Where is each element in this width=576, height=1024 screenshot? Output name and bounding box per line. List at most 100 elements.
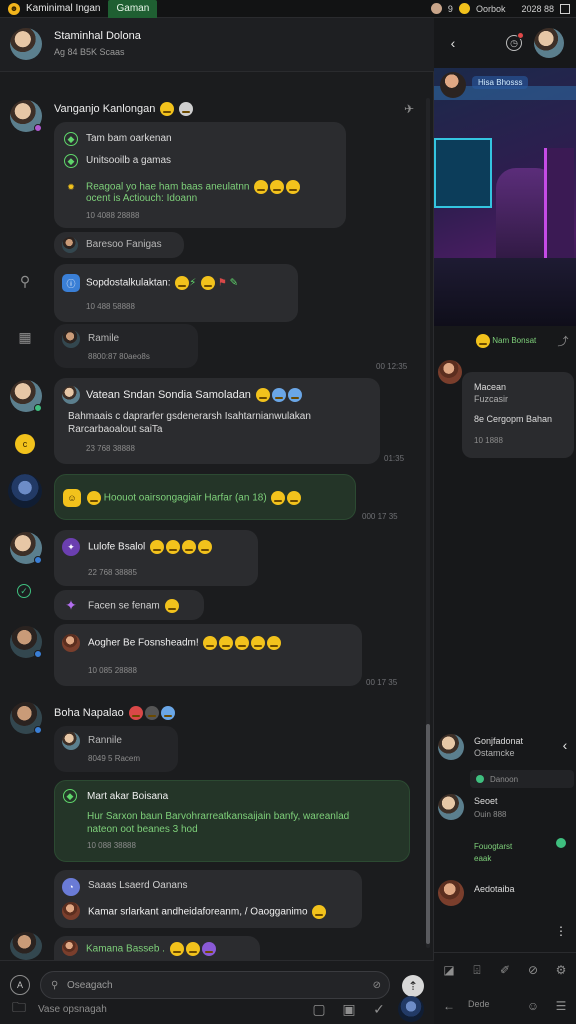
side-timestamp: 000 17 35 <box>362 512 398 521</box>
preview-card[interactable]: Macean Fuzcasir 8e Cergopm Bahan 10 1888 <box>462 372 574 458</box>
brush-icon[interactable]: ✐ <box>496 961 514 979</box>
window-restore-icon[interactable] <box>560 3 570 14</box>
quote-pill[interactable]: Baresoo Fanigas <box>54 232 184 258</box>
avatar[interactable] <box>438 360 462 384</box>
message-text-content: Facen se fenam <box>88 600 160 612</box>
back-icon[interactable]: ‹ <box>444 34 462 52</box>
chat-icon[interactable]: ▢ <box>310 1000 328 1018</box>
emoji-icon <box>128 706 143 720</box>
status-chip-label: Danoon <box>490 774 519 784</box>
emoji-icon[interactable]: ☺ <box>524 997 542 1015</box>
sender-name: Boha Napalao <box>54 706 175 720</box>
layers-icon[interactable]: ◪ <box>440 961 458 979</box>
sticker-icon[interactable]: ⊘ <box>373 980 381 991</box>
message-text-content: Aogher Be Fosnsheadm! <box>88 637 199 649</box>
compass-icon[interactable]: ⊘ <box>524 961 542 979</box>
tab-kaminimal[interactable]: ☻ Kaminimal Ingan <box>0 0 108 18</box>
message-text: Rannile <box>88 735 122 746</box>
message-bubble[interactable]: Kamana Basseb . <box>54 936 260 960</box>
avatar[interactable] <box>438 734 464 760</box>
side-timestamp: 00 12:35 <box>376 362 408 371</box>
avatar[interactable] <box>8 474 42 508</box>
message-time: 10 488 58888 <box>86 302 135 311</box>
thread-title: Seoet <box>474 796 498 806</box>
notification-icon[interactable] <box>458 3 470 14</box>
message-bubble[interactable]: ◆ Tam bam oarkenan ◆ Unitsooilb a gamas … <box>54 122 346 228</box>
emoji-icon <box>254 180 269 194</box>
right-panel-toolbar: ◪ ⌹ ✐ ⊘ ⚙ ← Dede ☺ ☰ <box>434 952 576 1024</box>
globe-icon <box>288 388 302 402</box>
message-bubble[interactable]: Aogher Be Fosnsheadm! 10 085 28888 <box>54 624 362 686</box>
shield-icon: ◆ <box>64 154 78 168</box>
check-icon[interactable]: ✓ <box>370 1000 388 1018</box>
message-list[interactable]: ⚲ ▦ c ✓ Vanganjo Kanlongan ✈ ◆ Tam bam o… <box>0 72 434 960</box>
message-bubble[interactable]: ◔ Saaas Lsaerd Oanans Kamar srlarkant an… <box>54 870 362 928</box>
status-dot <box>34 726 42 734</box>
status-dot <box>34 404 42 412</box>
avatar[interactable] <box>10 28 42 60</box>
smile-emoji-icon <box>160 102 175 116</box>
message-text-green: Hur Sarxon baun Barvohrarreatkansaijain … <box>87 811 350 822</box>
info-icon: ⓘ <box>62 274 80 292</box>
emoji-icon <box>182 540 197 554</box>
message-text: Saaas Lsaerd Oanans <box>88 880 188 891</box>
message-bubble[interactable]: ☺ Hoouot oairsongagiair Harfar (an 18) <box>54 474 356 520</box>
avatar[interactable] <box>438 794 464 820</box>
avatar <box>440 72 466 98</box>
arrow-left-icon[interactable]: ← <box>440 997 458 1015</box>
chat-header: Staminhal Dolona Ag 84 B5K Scaas <box>0 18 434 72</box>
message-bubble[interactable]: ◆ Mart akar Boisana Hur Sarxon baun Barv… <box>54 780 410 862</box>
emoji-icon[interactable]: c <box>15 434 35 454</box>
collapse-icon[interactable]: ‹ <box>556 736 574 754</box>
folder-icon[interactable]: 🗀 <box>10 999 28 1018</box>
link-icon[interactable]: ⚲ <box>16 272 34 290</box>
check-circle-icon[interactable]: ✓ <box>17 584 31 598</box>
avatar[interactable] <box>398 996 424 1022</box>
tab-gaman[interactable]: Gaman <box>108 0 158 18</box>
message-bubble[interactable]: Vatean Sndan Sondia Samoladan Bahmaais c… <box>54 378 380 464</box>
message-text-content: Sopdostalkulaktan: <box>86 277 171 289</box>
message-bubble[interactable]: Rannile 8049 5 Racem <box>54 726 178 772</box>
reaction-line: Nam Bonsat <box>474 334 536 348</box>
status-dot <box>34 124 42 132</box>
sparkle-icon: ⚡ <box>189 277 197 289</box>
reaction-text: Nam Bonsat <box>492 336 537 346</box>
more-icon[interactable]: ⋮ <box>552 922 570 940</box>
emoji-icon <box>287 491 302 505</box>
shared-image[interactable]: Hisa Bhosss <box>434 68 576 326</box>
attach-icon[interactable]: A <box>10 975 30 995</box>
message-text: Facen se fenam <box>88 599 179 613</box>
status-text: Oorbok <box>475 3 506 14</box>
grid-icon[interactable]: ▦ <box>16 328 34 346</box>
message-bubble[interactable]: ⓘ Sopdostalkulaktan: ⚡ ⚑ ✎ 10 488 58888 <box>54 264 298 322</box>
menu-icon[interactable]: ☰ <box>552 997 570 1015</box>
emoji-icon <box>201 942 216 956</box>
quote-text: Baresoo Fanigas <box>86 239 162 250</box>
message-text: Sopdostalkulaktan: ⚡ ⚑ ✎ <box>86 276 238 290</box>
emoji-icon <box>312 905 327 919</box>
message-text-green: ocent is Actiouch: Idoann <box>86 193 198 204</box>
pin-icon[interactable]: ✈ <box>400 100 418 118</box>
message-bubble[interactable]: ✦ Lulofe Bsalol 22 768 38885 <box>54 530 258 586</box>
emoji-icon <box>203 636 218 650</box>
status-chip[interactable]: Danoon <box>470 770 574 788</box>
tab-label: Gaman <box>116 3 150 14</box>
message-text: Unitsooilb a gamas <box>86 155 172 166</box>
message-text: Bahmaais c daprarfer gsdenerarsh Isahtar… <box>68 411 311 422</box>
settings-icon[interactable]: ⚙ <box>552 961 570 979</box>
message-text-green: Kamana Basseb . <box>86 942 216 956</box>
scrollbar-thumb[interactable] <box>426 724 430 944</box>
avatar[interactable] <box>10 932 42 960</box>
avatar[interactable] <box>438 880 464 906</box>
message-bubble[interactable]: Ramile 8800:87 80aeo8s <box>54 324 198 368</box>
image-icon[interactable]: ▣ <box>340 1000 358 1018</box>
app-logo-icon: ☻ <box>8 2 20 15</box>
message-bubble[interactable]: ✦ Facen se fenam <box>54 590 204 620</box>
camera-icon[interactable]: ⌹ <box>468 961 486 979</box>
emoji-icon <box>175 276 190 290</box>
emoji-icon <box>150 540 165 554</box>
sender-name-text: Boha Napalao <box>54 706 124 719</box>
avatar[interactable] <box>534 28 564 58</box>
share-icon[interactable]: ⤴ <box>554 332 572 350</box>
message-text: Tam bam oarkenan <box>86 133 172 144</box>
